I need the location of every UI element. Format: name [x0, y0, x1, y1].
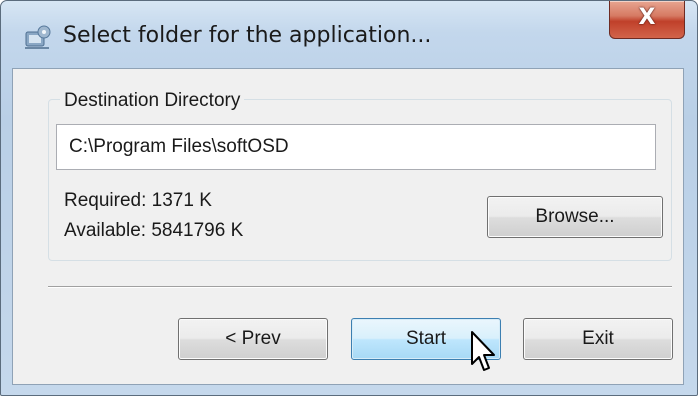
- window-title: Select folder for the application...: [63, 23, 432, 48]
- exit-button-label: Exit: [582, 328, 614, 349]
- close-button[interactable]: X: [609, 1, 685, 39]
- available-space-label: Available: 5841796 K: [64, 220, 244, 241]
- mouse-cursor-icon: [468, 330, 508, 380]
- installer-icon: [23, 24, 51, 52]
- browse-button[interactable]: Browse...: [487, 196, 663, 238]
- destination-path-input[interactable]: [56, 124, 656, 170]
- required-space-label: Required: 1371 K: [64, 190, 212, 211]
- destination-legend: Destination Directory: [60, 90, 245, 112]
- title-bar[interactable]: Select folder for the application... X: [1, 1, 697, 73]
- separator: [48, 286, 672, 288]
- close-icon: X: [638, 5, 656, 30]
- prev-button-label: < Prev: [225, 328, 281, 349]
- start-button-label: Start: [405, 328, 447, 349]
- exit-button[interactable]: Exit: [523, 318, 673, 360]
- browse-button-label: Browse...: [535, 206, 615, 227]
- prev-button[interactable]: < Prev: [178, 318, 328, 360]
